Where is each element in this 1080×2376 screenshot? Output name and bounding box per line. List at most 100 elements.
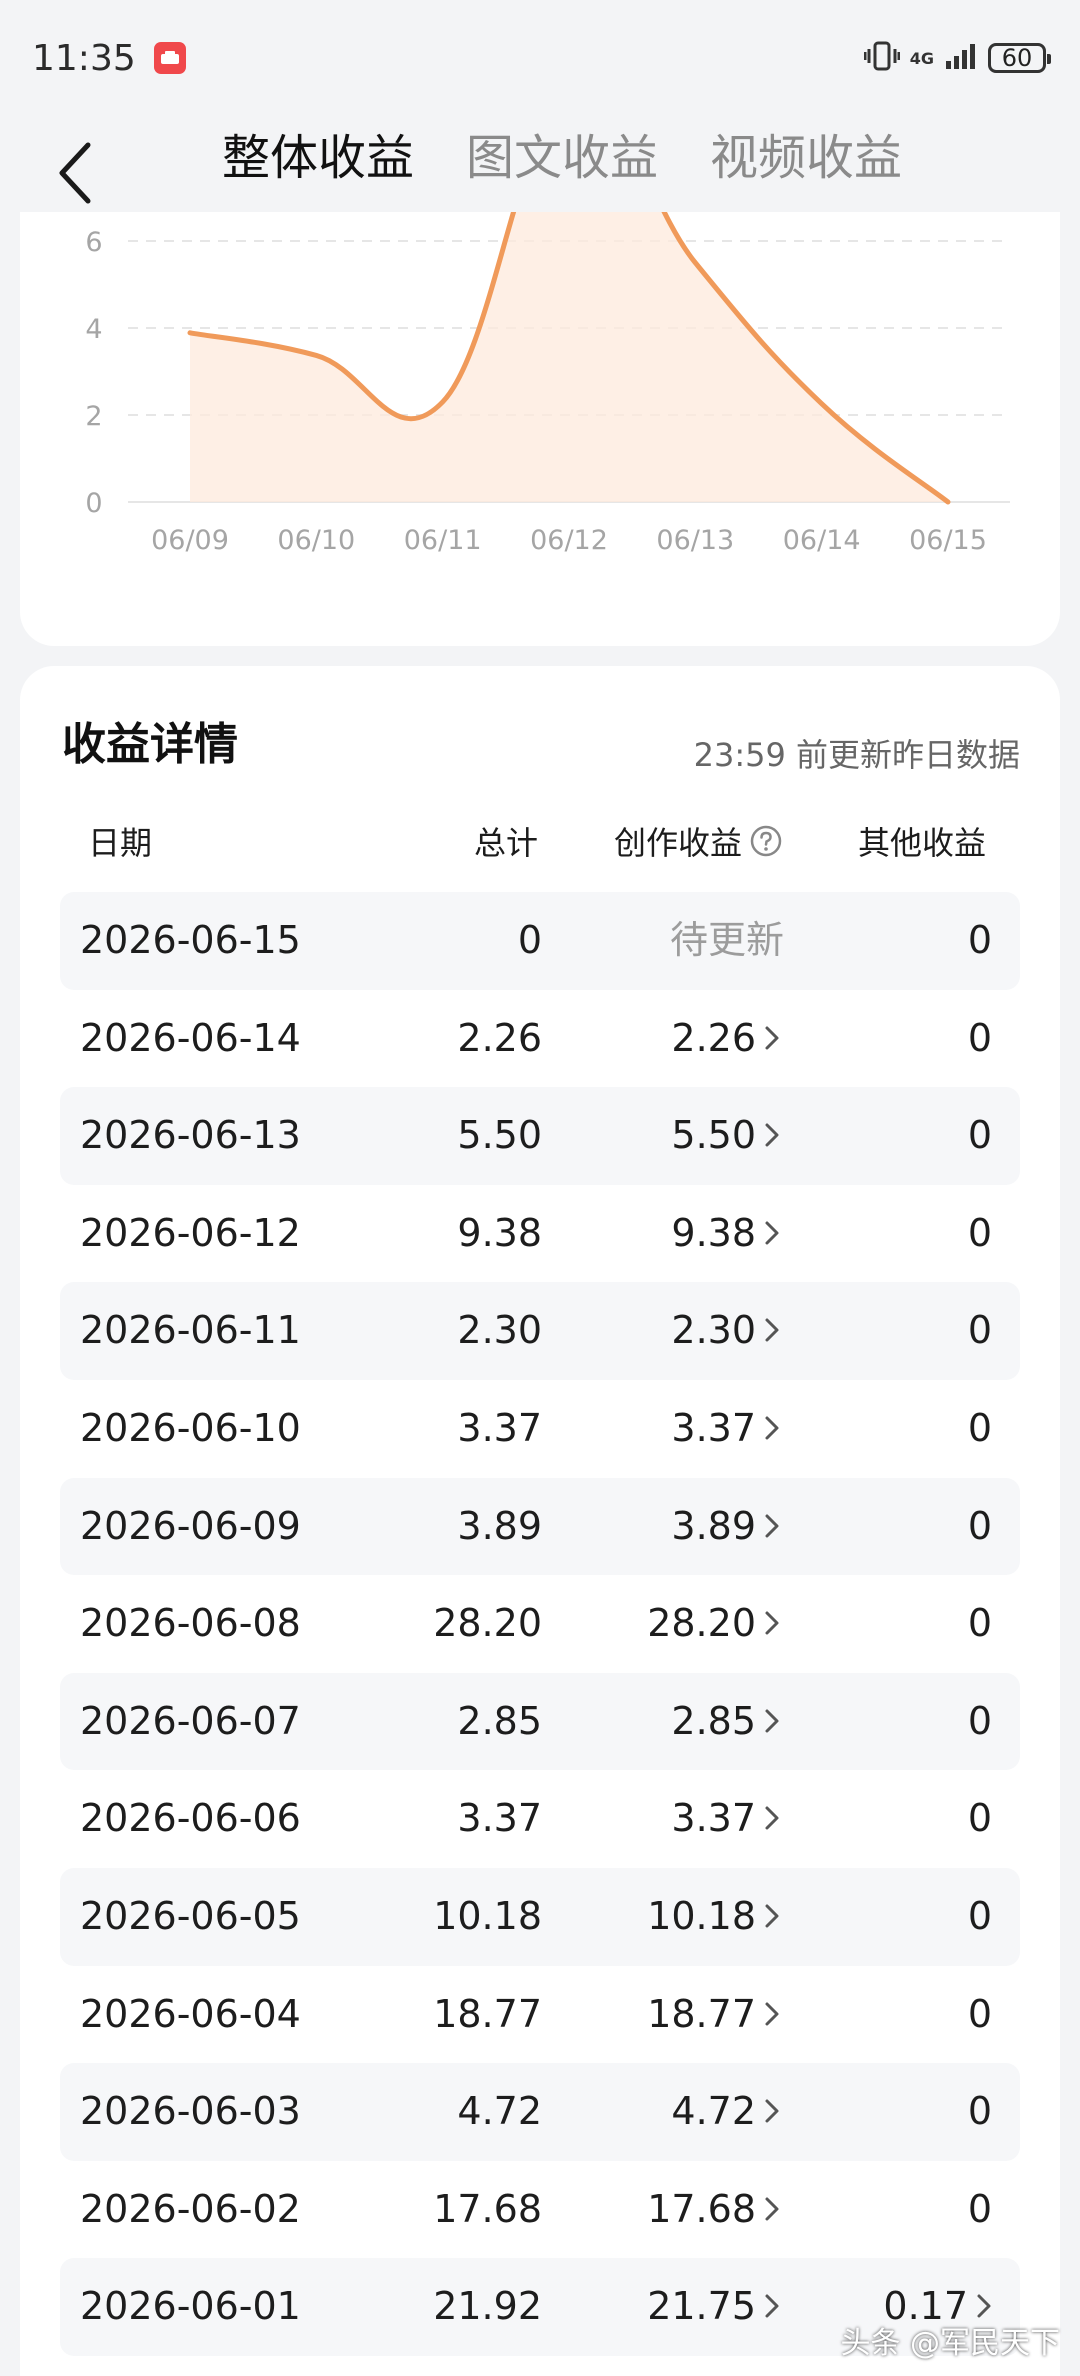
table-row[interactable]: 2026-06-04 18.77 18.77 0	[60, 1966, 1020, 2064]
row-other-value: 0	[967, 1113, 992, 1158]
table-row[interactable]: 2026-06-11 2.30 2.30 0	[60, 1282, 1020, 1380]
chevron-right-icon	[764, 1478, 780, 1576]
table-row[interactable]: 2026-06-06 3.37 3.37 0	[60, 1770, 1020, 1868]
row-date: 2026-06-05	[80, 1893, 301, 1938]
row-date: 2026-06-06	[80, 1796, 301, 1841]
row-other-earnings: 0	[968, 1478, 992, 1576]
row-creation-earnings[interactable]: 18.77	[647, 1966, 780, 2064]
row-date: 2026-06-09	[80, 1503, 301, 1548]
column-header-total: 总计	[474, 824, 539, 862]
row-total: 28.20	[433, 1601, 542, 1646]
tab-article-earnings[interactable]: 图文收益	[466, 126, 658, 190]
row-creation-value: 17.68	[647, 2186, 756, 2231]
row-other-earnings: 0	[968, 892, 992, 990]
row-total: 4.72	[457, 2089, 542, 2134]
chevron-right-icon	[764, 1575, 780, 1673]
series-area	[190, 212, 948, 502]
row-total: 21.92	[433, 2284, 542, 2329]
chevron-right-icon	[764, 1380, 780, 1478]
row-creation-earnings[interactable]: 21.75	[647, 2258, 780, 2356]
row-other-value: 0	[967, 1796, 992, 1841]
row-other-value: 0	[967, 1308, 992, 1353]
row-creation-earnings[interactable]: 4.72	[671, 2063, 780, 2161]
row-creation-earnings: 待更新	[670, 892, 784, 990]
row-creation-value: 2.26	[671, 1015, 756, 1060]
table-row[interactable]: 2026-06-10 3.37 3.37 0	[60, 1380, 1020, 1478]
x-tick-label: 06/10	[277, 525, 355, 556]
page-header: 整体收益 图文收益 视频收益	[0, 116, 1080, 212]
row-creation-earnings[interactable]: 2.85	[671, 1673, 780, 1771]
status-right: 4G 60	[863, 40, 1051, 76]
chevron-right-icon	[764, 2063, 780, 2161]
x-tick-label: 06/12	[530, 525, 608, 556]
table-row[interactable]: 2026-06-09 3.89 3.89 0	[60, 1477, 1020, 1576]
row-other-earnings: 0	[968, 1966, 992, 2064]
row-total: 3.89	[457, 1503, 542, 1548]
battery-icon: 60	[988, 43, 1051, 73]
row-total: 5.50	[457, 1113, 542, 1158]
chevron-right-icon	[764, 2161, 780, 2259]
earnings-chart: 0 2 4 6 06/09 06/10 06/11 06/12 06/13 06/14 06/15	[85, 212, 1010, 556]
row-creation-earnings[interactable]: 3.89	[671, 1478, 780, 1576]
row-other-earnings: 0	[968, 1185, 992, 1283]
row-date: 2026-06-01	[80, 2284, 301, 2329]
row-creation-value: 9.38	[671, 1210, 756, 1255]
row-other-earnings: 0	[968, 1087, 992, 1185]
chevron-right-icon	[764, 1868, 780, 1966]
x-tick-label: 06/11	[404, 525, 482, 556]
help-icon[interactable]	[750, 825, 782, 857]
row-creation-earnings[interactable]: 5.50	[671, 1087, 780, 1185]
row-total: 10.18	[433, 1893, 542, 1938]
row-other-value: 0	[967, 1015, 992, 1060]
row-creation-earnings[interactable]: 17.68	[647, 2161, 780, 2259]
row-other-earnings: 0	[968, 1673, 992, 1771]
row-other-value: 0	[967, 1991, 992, 2036]
table-row[interactable]: 2026-06-14 2.26 2.26 0	[60, 990, 1020, 1088]
row-other-earnings: 0	[968, 1770, 992, 1868]
y-tick-label: 6	[85, 227, 102, 258]
row-other-value: 0	[967, 1405, 992, 1450]
row-total: 2.30	[457, 1308, 542, 1353]
table-row[interactable]: 2026-06-03 4.72 4.72 0	[60, 2063, 1020, 2161]
table-row[interactable]: 2026-06-15 0 待更新 0	[60, 892, 1020, 990]
row-creation-earnings[interactable]: 3.37	[671, 1380, 780, 1478]
tab-overall-earnings[interactable]: 整体收益	[222, 126, 414, 190]
row-date: 2026-06-15	[80, 918, 301, 962]
tab-video-earnings[interactable]: 视频收益	[710, 126, 902, 190]
row-creation-earnings[interactable]: 2.26	[671, 990, 780, 1088]
table-row[interactable]: 2026-06-12 9.38 9.38 0	[60, 1185, 1020, 1283]
row-total: 2.85	[457, 1698, 542, 1743]
row-creation-earnings[interactable]: 3.37	[671, 1770, 780, 1868]
app-notification-icon	[153, 42, 186, 74]
row-other-earnings: 0	[968, 1868, 992, 1966]
chevron-right-icon	[764, 1282, 780, 1380]
row-creation-earnings[interactable]: 2.30	[671, 1282, 780, 1380]
status-left: 11:35	[32, 38, 186, 79]
column-header-creation-label: 创作收益	[614, 824, 743, 862]
back-button[interactable]	[44, 138, 104, 208]
table-row[interactable]: 2026-06-13 5.50 5.50 0	[60, 1087, 1020, 1185]
row-total: 17.68	[433, 2186, 542, 2231]
row-total: 0	[517, 918, 542, 962]
watermark: 头条 @军民天下	[840, 2326, 1060, 2361]
table-row[interactable]: 2026-06-02 17.68 17.68 0	[60, 2161, 1020, 2259]
table-row[interactable]: 2026-06-08 28.20 28.20 0	[60, 1575, 1020, 1673]
x-tick-label: 06/15	[909, 525, 987, 556]
row-creation-earnings[interactable]: 10.18	[647, 1868, 780, 1966]
row-creation-earnings[interactable]: 9.38	[671, 1185, 780, 1283]
row-creation-value: 3.89	[671, 1503, 756, 1548]
table-row[interactable]: 2026-06-07 2.85 2.85 0	[60, 1672, 1020, 1771]
table-row[interactable]: 2026-06-05 10.18 10.18 0	[60, 1867, 1020, 1966]
signal-icon	[944, 41, 978, 75]
y-tick-label: 4	[85, 314, 102, 345]
battery-level: 60	[1001, 44, 1033, 72]
network-label: 4G	[909, 48, 934, 68]
row-date: 2026-06-04	[80, 1991, 301, 2036]
row-creation-value: 3.37	[671, 1405, 756, 1450]
row-creation-earnings[interactable]: 28.20	[647, 1575, 780, 1673]
earnings-detail-card: 收益详情 23:59 前更新昨日数据 日期 总计 创作收益 其他收益 2026-…	[20, 666, 1060, 2376]
row-total: 3.37	[457, 1796, 542, 1841]
row-other-earnings: 0	[968, 1282, 992, 1380]
chevron-right-icon	[764, 2258, 780, 2356]
row-other-earnings: 0	[968, 1380, 992, 1478]
